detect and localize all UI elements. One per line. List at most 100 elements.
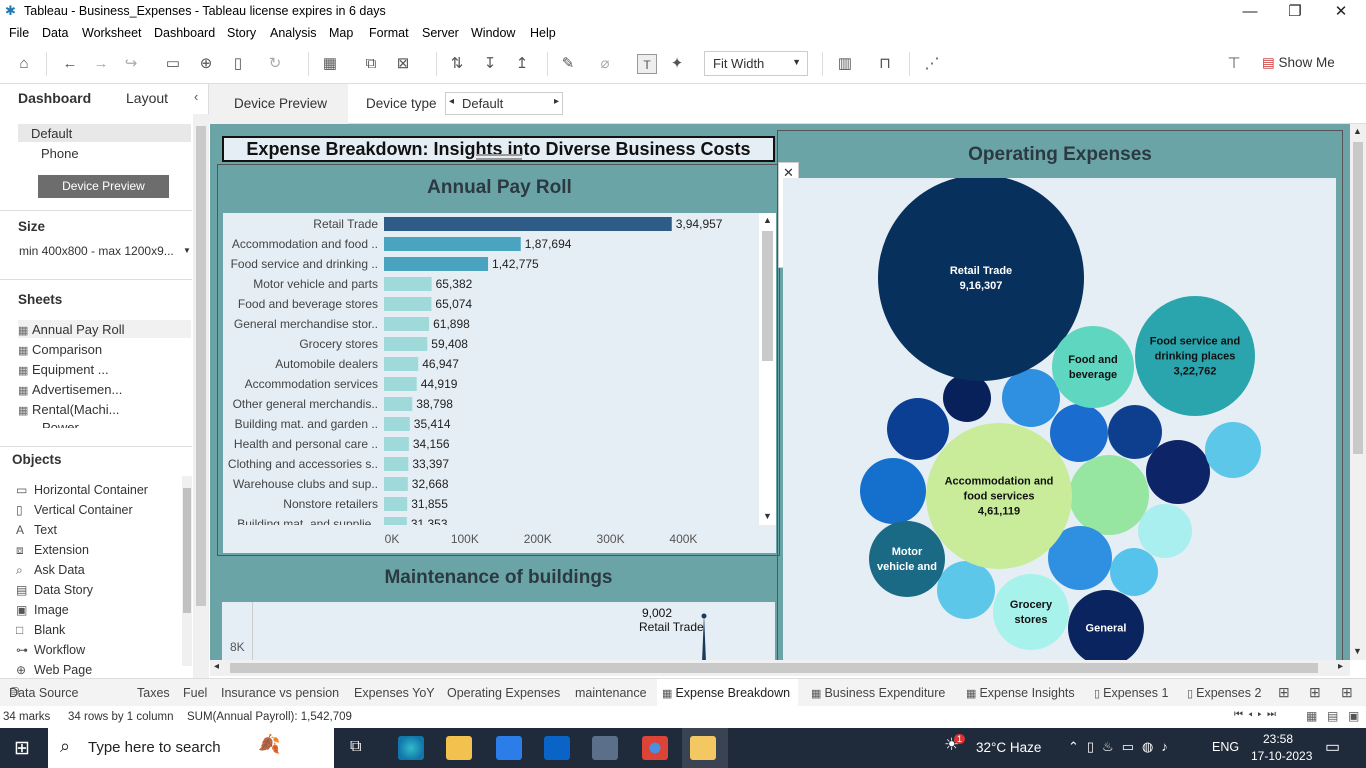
canvas-horizontal-scrollbar[interactable]: ◂ ▸ (210, 660, 1350, 676)
object-item[interactable]: ▤ Data Story (16, 583, 93, 597)
sheet-item[interactable]: ▦ Comparison (18, 342, 102, 357)
bubble[interactable] (1205, 422, 1261, 478)
undo-icon[interactable]: ← (60, 54, 80, 74)
tab-expenses-1[interactable]: ▯ Expenses 1 (1094, 686, 1168, 700)
device-preview-button[interactable]: Device Preview (38, 175, 169, 198)
device-default[interactable]: Default (31, 126, 72, 141)
operating-expenses-plot[interactable]: Retail Trade 9,16,307 Accommodation and foo… (783, 178, 1336, 660)
bubble[interactable] (1052, 326, 1134, 408)
chevron-right-icon[interactable]: ▸ (554, 96, 559, 107)
film-strip-icon[interactable]: ▤ (1327, 709, 1338, 723)
pause-updates-icon[interactable]: ▯ (228, 54, 248, 74)
payroll-bar[interactable] (384, 297, 432, 311)
close-button[interactable]: ✕ (1329, 2, 1353, 22)
save-icon[interactable]: ▭ (163, 54, 183, 74)
canvas-vertical-scrollbar[interactable]: ▲ ▼ (1350, 124, 1366, 660)
object-item[interactable]: ▭ Horizontal Container (16, 483, 148, 497)
presentation-mode-icon[interactable]: ⊓ (875, 54, 895, 74)
collapse-pane-icon[interactable]: ‹ (194, 89, 198, 104)
show-me-button[interactable]: ▤ Show Me (1262, 55, 1335, 71)
object-item[interactable]: ⊶ Workflow (16, 643, 85, 657)
menu-analysis[interactable]: Analysis (270, 26, 317, 40)
store-icon[interactable] (496, 736, 522, 760)
scroll-left-icon[interactable]: ◂ (214, 661, 219, 672)
sheet-item[interactable]: ▦ Rental(Machi... (18, 402, 119, 417)
clear-sheet-icon[interactable]: ⊠ (393, 54, 413, 74)
clock-date[interactable]: 17-10-2023 (1251, 749, 1312, 763)
new-data-source-icon[interactable]: ⊕ (196, 54, 216, 74)
menu-window[interactable]: Window (471, 26, 515, 40)
bubble[interactable] (993, 574, 1069, 650)
weather-text[interactable]: 32°C Haze (976, 740, 1041, 755)
bubble[interactable] (937, 561, 995, 619)
scroll-up-icon[interactable]: ▲ (763, 215, 772, 225)
payroll-bar[interactable] (384, 277, 432, 291)
bubble[interactable] (1138, 504, 1192, 558)
size-select[interactable]: min 400x800 - max 1200x9... (19, 244, 174, 258)
payroll-bar[interactable] (384, 337, 428, 351)
duplicate-icon[interactable]: ⧉ (361, 54, 381, 74)
new-dashboard-tab-icon[interactable]: ⊞ (1309, 684, 1321, 701)
payroll-bar[interactable] (384, 357, 419, 371)
scroll-right-icon[interactable]: ▸ (1338, 661, 1343, 672)
menu-file[interactable]: File (9, 26, 29, 40)
file-explorer-icon[interactable] (446, 736, 472, 760)
clock-time[interactable]: 23:58 (1263, 732, 1293, 746)
task-view-icon[interactable]: ⧉ (350, 738, 361, 756)
tabs-view-icon[interactable]: ▣ (1348, 709, 1359, 723)
sheet-navigation-icons[interactable]: ⏮◂▸⏭ (1234, 709, 1281, 720)
pin-icon[interactable]: ✦ (667, 54, 687, 74)
new-worksheet-tab-icon[interactable]: ⊞ (1278, 684, 1290, 701)
tab-dashboard[interactable]: Dashboard (18, 90, 91, 106)
tab-operating-expenses[interactable]: Operating Expenses (447, 686, 560, 700)
payroll-bar[interactable] (384, 437, 409, 451)
notifications-icon[interactable]: ▭ (1325, 737, 1340, 757)
chevron-left-icon[interactable]: ◂ (449, 96, 454, 107)
object-item[interactable]: □ Blank (16, 623, 65, 637)
object-item[interactable]: ▯ Vertical Container (16, 503, 133, 517)
mail-icon[interactable] (544, 736, 570, 760)
system-tray-icons[interactable]: ⌃▯♨▭◍♪ (1068, 739, 1176, 755)
sort-descending-icon[interactable]: ↥ (512, 54, 532, 74)
bubble[interactable] (1110, 548, 1158, 596)
tab-business-expenditure[interactable]: ▦ Business Expenditure (811, 686, 945, 700)
object-item[interactable]: ⧈ Extension (16, 543, 89, 558)
sheet-label[interactable]: Power (42, 420, 79, 428)
payroll-bar[interactable] (384, 457, 409, 471)
tab-insurance-vs-pension[interactable]: Insurance vs pension (221, 686, 339, 700)
redo-icon[interactable]: → (91, 54, 111, 74)
sheet-item[interactable]: ▦ Advertisemen... (18, 382, 122, 397)
device-phone[interactable]: Phone (41, 146, 79, 161)
tab-expenses-2[interactable]: ▯ Expenses 2 (1187, 686, 1261, 700)
pane-scrollbar[interactable] (193, 114, 209, 678)
show-cards-icon[interactable]: ▥ (835, 54, 855, 74)
payroll-bar[interactable] (384, 257, 489, 271)
share-icon[interactable]: ⋰ (922, 54, 942, 74)
annual-payroll-sheet[interactable]: Annual Pay Roll Retail Trade 3,94,957 Acco… (217, 164, 780, 556)
tab-expense-breakdown[interactable]: ▦ Expense Breakdown (657, 679, 799, 707)
sort-ascending-icon[interactable]: ↧ (480, 54, 500, 74)
menu-server[interactable]: Server (422, 26, 459, 40)
tableau-taskbar-icon[interactable] (592, 736, 618, 760)
ask-data-toolbar-icon[interactable]: ⊤ (1224, 54, 1244, 74)
payroll-bar[interactable] (384, 217, 672, 231)
scroll-down-icon[interactable]: ▼ (1353, 646, 1362, 656)
menu-story[interactable]: Story (227, 26, 256, 40)
menu-worksheet[interactable]: Worksheet (82, 26, 142, 40)
bubble[interactable] (1002, 369, 1060, 427)
taskbar-search[interactable]: ⌕ Type here to search 🍂 (48, 728, 334, 768)
language-indicator[interactable]: ENG (1212, 740, 1239, 754)
payroll-bar[interactable] (384, 477, 408, 491)
payroll-bar[interactable] (384, 417, 410, 431)
tab-expense-insights[interactable]: ▦ Expense Insights (966, 686, 1075, 700)
scroll-up-icon[interactable]: ▲ (1353, 126, 1362, 136)
tab-expenses-yoy[interactable]: Expenses YoY (354, 686, 435, 700)
tab-fuel[interactable]: Fuel (183, 686, 207, 700)
show-labels-icon[interactable]: T (637, 54, 657, 74)
fit-width-select[interactable]: Fit Width ▼ (704, 51, 808, 76)
highlight-icon[interactable]: ✎ (558, 54, 578, 74)
chart-scrollbar[interactable]: ▲ ▼ (759, 213, 776, 525)
device-preview-tab[interactable]: Device Preview (209, 84, 348, 124)
tab-taxes[interactable]: Taxes (137, 686, 170, 700)
maintenance-plot[interactable]: 8K 9,002 Retail Trade (222, 602, 775, 660)
